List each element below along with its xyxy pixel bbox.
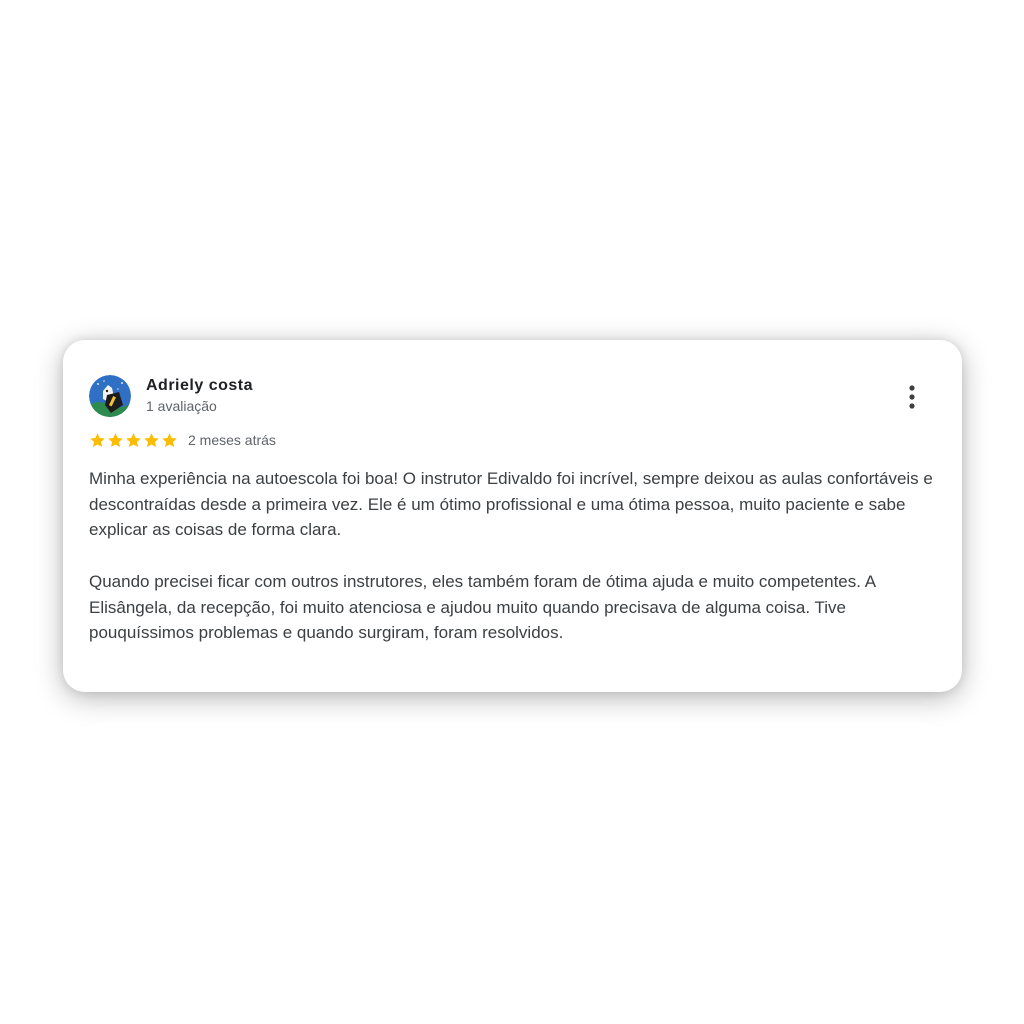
more-vert-icon xyxy=(909,385,915,409)
review-date: 2 meses atrás xyxy=(188,432,276,448)
rating-row: 2 meses atrás xyxy=(89,429,276,451)
author-review-count: 1 avaliação xyxy=(146,398,217,414)
star-icon xyxy=(90,432,105,447)
star-icon xyxy=(144,432,159,447)
avatar-image xyxy=(89,375,131,417)
review-card: Adriely costa 1 avaliação 2 meses atrás … xyxy=(63,340,962,692)
star-icon xyxy=(162,432,177,447)
review-paragraph: Minha experiência na autoescola foi boa!… xyxy=(89,469,933,540)
more-options-button[interactable] xyxy=(901,383,923,411)
star-icon xyxy=(108,432,123,447)
author-name[interactable]: Adriely costa xyxy=(146,377,253,395)
avatar[interactable] xyxy=(89,375,131,417)
star-rating xyxy=(89,432,179,449)
star-icon xyxy=(126,432,141,447)
review-paragraph: Quando precisei ficar com outros instrut… xyxy=(89,571,876,643)
review-text: Minha experiência na autoescola foi boa!… xyxy=(89,466,939,646)
